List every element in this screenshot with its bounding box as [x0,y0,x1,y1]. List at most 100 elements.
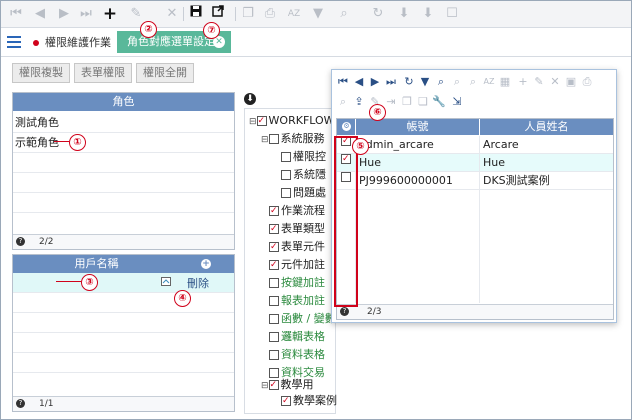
tree-checkbox[interactable] [281,170,291,180]
move-icon[interactable]: ⇥ [384,94,398,110]
tree-checkbox[interactable] [269,221,279,237]
table-row[interactable]: Hue Hue [337,151,613,172]
paste-icon[interactable]: ❏ [416,94,430,110]
tree-checkbox[interactable] [269,314,279,324]
name-column-header[interactable]: 人員姓名 [480,119,613,135]
tree-item[interactable]: 資料表格 [269,347,325,363]
tree-item[interactable]: ⊟教學用 [261,377,314,393]
tree-checkbox[interactable] [269,278,279,288]
tree-checkbox[interactable] [281,393,291,409]
grid-icon[interactable]: ▦ [498,74,512,90]
refresh-icon[interactable]: ↻ [402,74,416,90]
select-user-icon[interactable] [161,277,173,287]
copy-permission-button[interactable]: 權限複製 [12,63,70,83]
first-page-icon[interactable]: ⏮ [7,5,25,23]
clipboard-icon[interactable]: ☐ [443,5,461,23]
add-icon[interactable]: + [516,74,530,90]
tree-item[interactable]: 函數 / 變數 [269,311,336,327]
table-row[interactable]: PJ999600000001 DKS測試案例 [337,172,613,190]
search-prev-icon[interactable]: ⌕ [466,74,480,90]
tree-item[interactable]: 問題處 [281,185,326,201]
search-next-icon[interactable]: ⌕ [450,74,464,90]
login-icon[interactable]: ⇲ [450,94,464,110]
delete-icon[interactable]: ✕ [163,5,181,23]
hamburger-menu-icon[interactable] [7,36,21,48]
edit-icon[interactable]: ✎ [127,5,145,23]
edit-icon[interactable]: ✎ [532,74,546,90]
next-icon[interactable]: ▶ [55,5,73,23]
full-permission-button[interactable]: 權限全開 [136,63,194,83]
tree-item[interactable]: 表單類型 [269,221,325,237]
collapse-icon[interactable]: ⊟ [249,117,257,127]
tree-item[interactable]: 教學案例 [281,393,337,409]
wrench-icon[interactable]: 🔧 [432,94,446,110]
tree-checkbox[interactable] [281,188,291,198]
table-row[interactable]: admin_arcare Arcare [337,133,613,154]
table-row [13,193,234,213]
tree-item[interactable]: 作業流程 [269,203,325,219]
filter-icon[interactable]: ▼ [309,5,327,23]
user-list-grid: ⚙ 帳號 人員姓名 admin_arcare Arcare Hue Hue PJ… [336,118,614,320]
table-row[interactable]: 示範角色 [13,133,234,153]
prev-icon[interactable]: ◀ [31,5,49,23]
tree-item[interactable]: 系統隱 [281,167,326,183]
tree-item[interactable]: 權限控 [281,149,326,165]
tree-checkbox[interactable] [269,203,279,219]
tab-permission-maintenance[interactable]: 權限維護作業 [29,34,117,52]
save-icon[interactable] [187,5,205,23]
account-cell: admin_arcare [359,138,434,151]
tree-item[interactable]: ⊟ 系統服務 [261,131,325,147]
filter-icon[interactable]: ▼ [418,74,432,90]
table-row [13,373,234,393]
prev-icon[interactable]: ◀ [352,74,366,90]
delete-icon[interactable]: ✕ [548,74,562,90]
tree-checkbox[interactable] [269,257,279,273]
save-icon[interactable]: ▣ [564,74,578,90]
checkbox-column-highlight [334,136,358,307]
tree-item[interactable]: 報表加註 [269,293,325,309]
tree-checkbox[interactable] [281,152,291,162]
help-icon[interactable]: ? [340,307,349,316]
account-column-header[interactable]: 帳號 [356,119,479,135]
help-icon[interactable]: ? [16,399,25,408]
tree-checkbox[interactable] [256,113,267,129]
search-icon[interactable]: ⌕ [335,5,353,23]
export-icon[interactable] [209,5,227,23]
import-icon[interactable]: ⬇ [395,5,413,23]
first-page-icon[interactable]: ⏮ [336,74,350,90]
upload-icon[interactable]: ⇪ [352,94,366,110]
user-grid-header: 用戶名稱 [13,255,180,273]
sort-icon[interactable]: AZ [285,5,303,23]
view-icon[interactable]: ⌕ [336,94,350,110]
expand-down-icon[interactable]: ⬇ [244,93,256,105]
refresh-icon[interactable]: ↻ [369,5,387,23]
tree-checkbox[interactable] [268,134,279,144]
tree-checkbox[interactable] [269,350,279,360]
tree-checkbox[interactable] [269,296,279,306]
last-page-icon[interactable]: ⏭ [77,5,95,23]
print-icon[interactable]: ⎙ [261,5,279,23]
tree-item[interactable]: 表單元件 [269,239,325,255]
sort-icon[interactable]: AZ [482,74,496,90]
table-row[interactable]: 測試角色 [13,113,234,133]
tree-checkbox[interactable] [268,377,279,393]
tree-item[interactable]: 邏輯表格 [269,329,325,345]
help-icon[interactable]: ? [16,237,25,246]
add-user-icon[interactable]: + [201,259,211,269]
tree-root[interactable]: ⊟ WORKFLOW [249,113,335,129]
tree-item[interactable]: 按鍵加註 [269,275,325,291]
delete-link[interactable]: 刪除 [187,275,209,291]
tree-checkbox[interactable] [269,239,279,255]
search-icon[interactable]: ⌕ [434,74,448,90]
copy-icon[interactable]: ❐ [239,5,257,23]
tree-checkbox[interactable] [269,332,279,342]
download-icon[interactable]: ⬇ [419,5,437,23]
last-page-icon[interactable]: ⏭ [384,74,398,90]
copy-icon[interactable]: ❐ [400,94,414,110]
add-icon[interactable]: + [101,5,119,23]
gear-icon[interactable]: ⚙ [342,122,351,131]
tree-item[interactable]: 元件加註 [269,257,325,273]
print-icon[interactable]: ⎙ [580,74,594,90]
next-icon[interactable]: ▶ [368,74,382,90]
form-permission-button[interactable]: 表單權限 [74,63,132,83]
